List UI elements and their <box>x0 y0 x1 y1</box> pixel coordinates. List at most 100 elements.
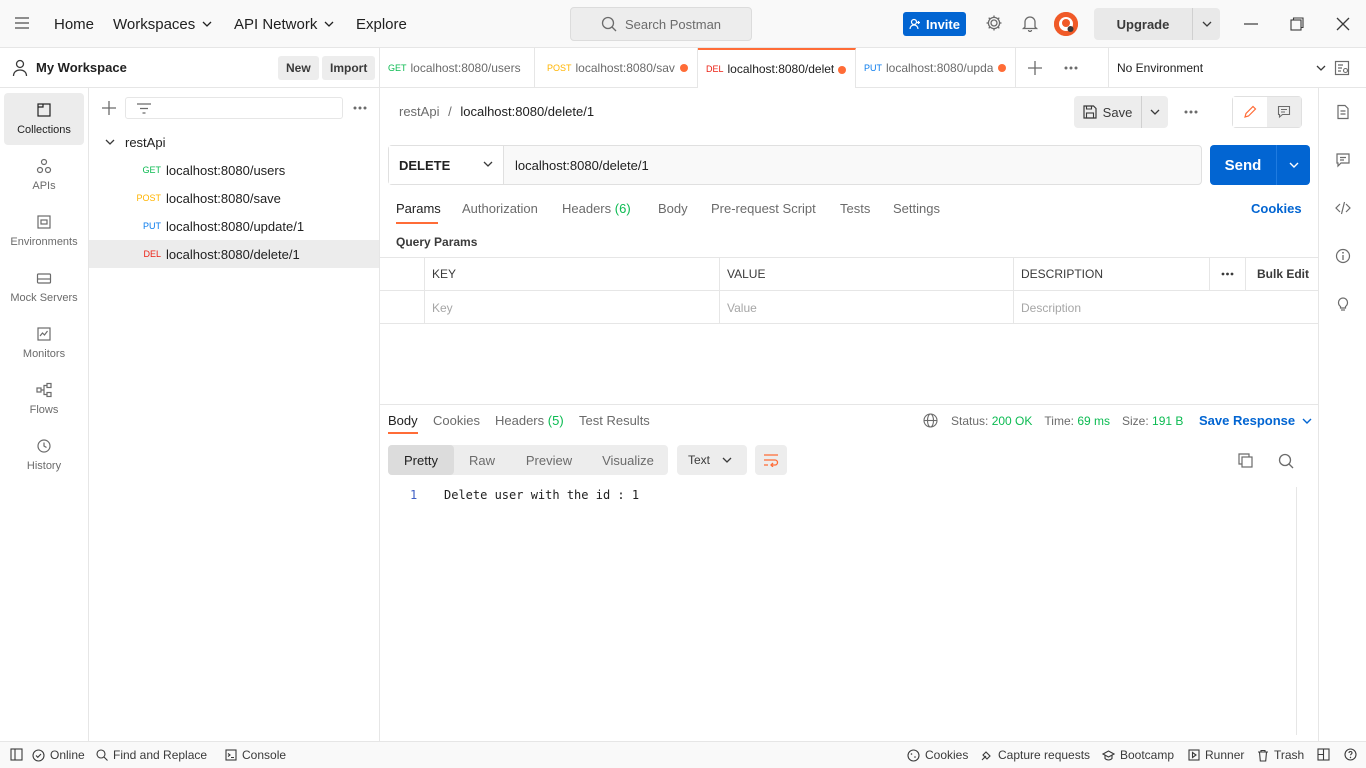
search-icon[interactable] <box>1278 453 1294 469</box>
code-icon[interactable] <box>1335 200 1351 216</box>
param-description-input[interactable]: Description <box>1013 291 1318 324</box>
save-button[interactable]: Save <box>1074 96 1168 128</box>
avatar[interactable] <box>1054 12 1078 36</box>
globe-icon[interactable] <box>923 413 938 428</box>
workspace-title[interactable]: My Workspace <box>36 60 127 75</box>
param-key-input[interactable]: Key <box>424 291 719 324</box>
param-value-input[interactable]: Value <box>719 291 1013 324</box>
send-button[interactable]: Send <box>1210 145 1310 185</box>
time-value[interactable]: 69 ms <box>1077 414 1110 428</box>
rail-item-environments[interactable]: Environments <box>4 205 84 257</box>
lightbulb-icon[interactable] <box>1335 296 1351 312</box>
status-value[interactable]: 200 OK <box>992 414 1033 428</box>
rail-item-mock-servers[interactable]: Mock Servers <box>4 261 84 313</box>
rail-item-collections[interactable]: Collections <box>4 93 84 145</box>
comment-mode-button[interactable] <box>1267 97 1301 127</box>
wrap-lines-button[interactable] <box>755 445 787 475</box>
online-status[interactable]: Online <box>32 748 85 762</box>
new-button[interactable]: New <box>278 56 319 80</box>
response-tab-test-results[interactable]: Test Results <box>579 413 650 428</box>
column-options-icon[interactable] <box>1209 258 1245 290</box>
sidebar-request-put-update[interactable]: PUT localhost:8080/update/1 <box>89 212 379 240</box>
tab-headers[interactable]: Headers (6) <box>562 201 631 216</box>
help-icon[interactable] <box>1344 748 1362 761</box>
toggle-sidebar-icon[interactable] <box>10 748 28 761</box>
response-tab-body[interactable]: Body <box>388 413 418 428</box>
tab-authorization[interactable]: Authorization <box>462 201 538 216</box>
tab-put-update[interactable]: PUT localhost:8080/upda <box>856 48 1016 88</box>
tab-params[interactable]: Params <box>396 201 441 216</box>
request-options-icon[interactable] <box>1184 110 1198 114</box>
tab-settings[interactable]: Settings <box>893 201 940 216</box>
two-pane-view-icon[interactable] <box>1317 748 1335 761</box>
more-options-icon[interactable] <box>353 106 367 110</box>
copy-icon[interactable] <box>1238 453 1253 468</box>
format-visualize[interactable]: Visualize <box>588 445 668 475</box>
notifications-bell-icon[interactable] <box>1021 14 1039 32</box>
format-preview[interactable]: Preview <box>510 445 588 475</box>
find-replace-button[interactable]: Find and Replace <box>96 748 207 762</box>
add-tab-icon[interactable] <box>1028 61 1042 75</box>
environment-select[interactable]: No Environment <box>1108 48 1336 88</box>
save-dropdown[interactable] <box>1142 109 1168 115</box>
tab-tests[interactable]: Tests <box>840 201 870 216</box>
capture-requests-button[interactable]: Capture requests <box>980 748 1090 762</box>
search-input[interactable]: Search Postman <box>570 7 752 41</box>
save-response-button[interactable]: Save Response <box>1199 413 1312 428</box>
comments-icon[interactable] <box>1335 152 1351 168</box>
url-input[interactable]: localhost:8080/delete/1 <box>504 146 1201 184</box>
tab-del-delete[interactable]: DEL localhost:8080/delet <box>698 48 856 88</box>
invite-button[interactable]: Invite <box>903 12 966 36</box>
console-button[interactable]: Console <box>225 748 286 762</box>
tab-body[interactable]: Body <box>658 201 688 216</box>
sidebar-request-get-users[interactable]: GET localhost:8080/users <box>89 156 379 184</box>
response-type-select[interactable]: Text <box>677 445 747 475</box>
runner-button[interactable]: Runner <box>1188 748 1244 762</box>
menu-icon[interactable] <box>14 16 30 30</box>
size-value[interactable]: 191 B <box>1152 414 1183 428</box>
footer-cookies-button[interactable]: Cookies <box>907 748 968 762</box>
response-tab-cookies[interactable]: Cookies <box>433 413 480 428</box>
bulk-edit-link[interactable]: Bulk Edit <box>1245 258 1318 290</box>
vertical-scrollbar[interactable] <box>1296 487 1310 735</box>
format-raw[interactable]: Raw <box>454 445 510 475</box>
nav-explore[interactable]: Explore <box>356 0 407 48</box>
rail-item-monitors[interactable]: Monitors <box>4 317 84 369</box>
cookies-link[interactable]: Cookies <box>1251 201 1302 216</box>
upgrade-dropdown[interactable] <box>1193 8 1220 40</box>
edit-mode-button[interactable] <box>1233 97 1267 127</box>
filter-input[interactable] <box>125 97 343 119</box>
rail-item-history[interactable]: History <box>4 429 84 481</box>
nav-api-network[interactable]: API Network <box>234 0 334 48</box>
response-divider[interactable] <box>380 404 1318 405</box>
collection-restapi[interactable]: restApi <box>89 128 379 156</box>
tab-post-save[interactable]: POST localhost:8080/sav <box>539 48 698 88</box>
nav-workspaces[interactable]: Workspaces <box>113 0 212 48</box>
bootcamp-button[interactable]: Bootcamp <box>1102 748 1174 762</box>
sidebar-request-post-save[interactable]: POST localhost:8080/save <box>89 184 379 212</box>
send-dropdown[interactable] <box>1277 145 1310 185</box>
upgrade-button[interactable]: Upgrade <box>1094 8 1220 40</box>
sidebar-request-del-delete[interactable]: DEL localhost:8080/delete/1 <box>89 240 379 268</box>
trash-button[interactable]: Trash <box>1257 748 1304 762</box>
minimize-icon[interactable] <box>1244 23 1258 25</box>
breadcrumb-parent[interactable]: restApi <box>399 104 439 119</box>
documentation-icon[interactable] <box>1335 104 1351 120</box>
info-icon[interactable] <box>1335 248 1351 264</box>
format-pretty[interactable]: Pretty <box>388 445 454 475</box>
method-select[interactable]: DELETE <box>389 146 504 184</box>
restore-icon[interactable] <box>1290 17 1304 31</box>
close-icon[interactable] <box>1336 17 1350 31</box>
nav-home[interactable]: Home <box>54 0 94 48</box>
breadcrumb-current[interactable]: localhost:8080/delete/1 <box>460 104 594 119</box>
response-tab-headers[interactable]: Headers (5) <box>495 413 564 428</box>
rail-item-flows[interactable]: Flows <box>4 373 84 425</box>
tab-options-icon[interactable] <box>1064 66 1078 70</box>
settings-gear-icon[interactable] <box>985 14 1003 32</box>
import-button[interactable]: Import <box>322 56 376 80</box>
tab-get-users[interactable]: GET localhost:8080/users <box>380 48 535 88</box>
rail-item-apis[interactable]: APIs <box>4 149 84 201</box>
tab-prerequest-script[interactable]: Pre-request Script <box>711 201 816 216</box>
environment-quick-look-icon[interactable] <box>1334 60 1350 76</box>
add-icon[interactable] <box>102 101 116 115</box>
